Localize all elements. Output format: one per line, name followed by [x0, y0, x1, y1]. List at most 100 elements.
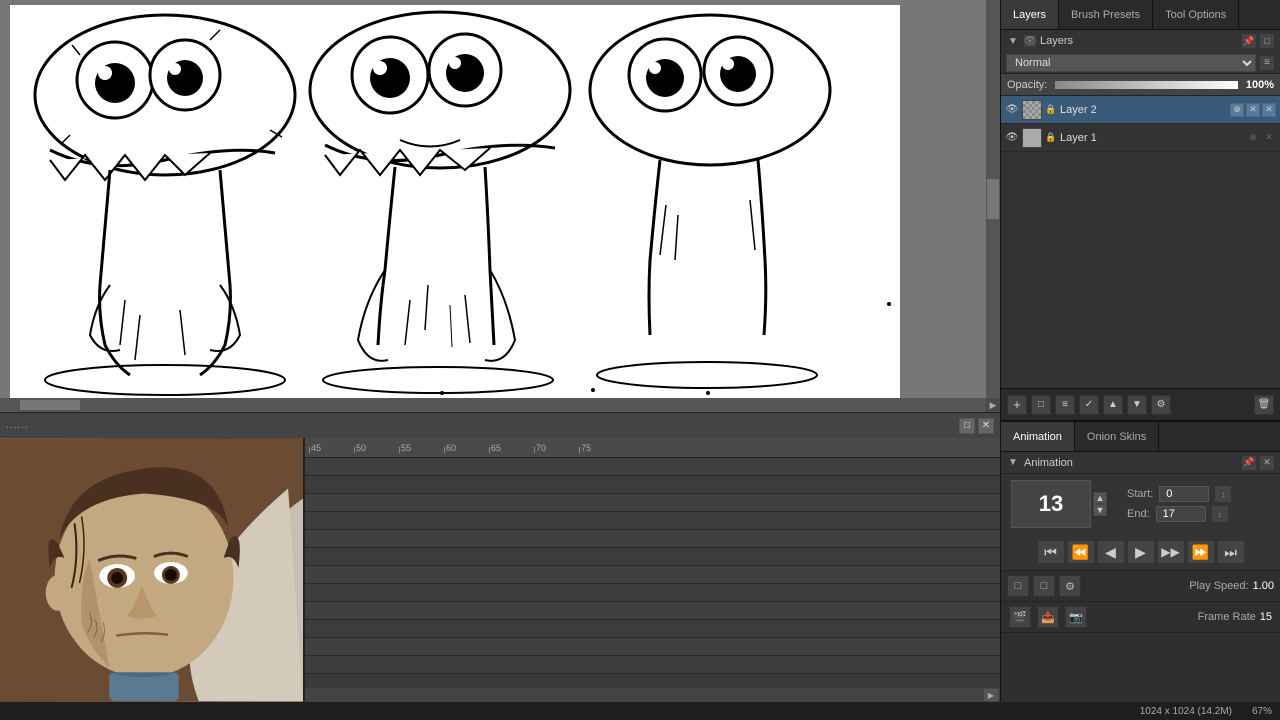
tab-animation[interactable]: Animation [1001, 422, 1075, 451]
btn-next-keyframe[interactable]: ⏩ [1187, 540, 1215, 564]
timeline-row-11 [305, 638, 1000, 656]
start-stepper[interactable]: ↕ [1215, 486, 1231, 502]
scroll-right-arrow[interactable]: ▶ [984, 689, 998, 701]
anim-dropdown-icon[interactable]: ▼ [1006, 456, 1020, 470]
ruler-tick-50: 50 [354, 443, 399, 453]
layer1-action1[interactable]: ⊕ [1246, 131, 1260, 145]
canvas-area[interactable] [10, 5, 900, 400]
end-value[interactable]: 17 [1156, 506, 1206, 522]
btn-first-frame[interactable]: ⏮ [1037, 540, 1065, 564]
layer2-action3[interactable]: ✕ [1262, 103, 1276, 117]
start-label: Start: [1127, 488, 1153, 500]
layer-merge-btn[interactable]: ≡ [1055, 395, 1075, 415]
tab-onion-skins[interactable]: Onion Skins [1075, 422, 1159, 451]
frame-step-down[interactable]: ▼ [1093, 504, 1107, 516]
timeline-row-9 [305, 602, 1000, 620]
canvas-scrollbar-right[interactable] [986, 0, 1000, 398]
layer-item-1[interactable]: 👁 🔒 Layer 1 ⊕ ✕ [1001, 124, 1280, 152]
layer-item-2[interactable]: 👁 🔒 Layer 2 ⊕ ✕ ✕ [1001, 96, 1280, 124]
frame-number: 13 [1011, 480, 1091, 528]
opacity-slider[interactable] [1055, 81, 1238, 89]
play-speed-label: Play Speed: [1189, 580, 1248, 592]
tab-brush-presets[interactable]: Brush Presets [1059, 0, 1153, 29]
blend-mode-select[interactable]: Normal [1006, 54, 1256, 72]
frame-step-up[interactable]: ▲ [1093, 492, 1107, 504]
layer-delete-btn[interactable]: 🗑 [1254, 395, 1274, 415]
opacity-row: Opacity: 100% [1001, 74, 1280, 96]
timeline-close-btn[interactable]: ✕ [978, 418, 994, 434]
tab-tool-options[interactable]: Tool Options [1153, 0, 1239, 29]
timeline-row-2 [305, 476, 1000, 494]
layer1-visibility[interactable]: 👁 [1005, 131, 1019, 145]
anim-pin-btn[interactable]: 📌 [1241, 455, 1257, 471]
timeline-expand-btn[interactable]: □ [959, 418, 975, 434]
animation-tabs: Animation Onion Skins [1001, 422, 1280, 452]
layer-settings-btn[interactable]: ⚙ [1151, 395, 1171, 415]
btn-next-frame[interactable]: ▶▶ [1157, 540, 1185, 564]
layer1-lock-icon: 🔒 [1045, 132, 1057, 144]
timeline-header: ...... □ ✕ [0, 412, 1000, 438]
anim-opt-btn4[interactable]: 🎬 [1009, 606, 1031, 628]
layer2-thumb [1022, 100, 1042, 120]
timeline-row-3 [305, 494, 1000, 512]
status-bar: 1024 x 1024 (14.2M) 67% [0, 702, 1280, 720]
layer1-actions: ⊕ ✕ [1246, 131, 1276, 145]
anim-opt-btn3[interactable]: ⚙ [1059, 575, 1081, 597]
timeline-row-6 [305, 548, 1000, 566]
layer-group-btn[interactable]: □ [1031, 395, 1051, 415]
timeline-row-1 [305, 458, 1000, 476]
start-value[interactable]: 0 [1159, 486, 1209, 502]
panel-tabs: Layers Brush Presets Tool Options [1001, 0, 1280, 30]
layer-expand-btn[interactable]: □ [1259, 33, 1275, 49]
layer2-name: Layer 2 [1060, 104, 1227, 116]
frame-rate-label: Frame Rate [1198, 611, 1256, 623]
canvas-scrollbar-bottom[interactable] [0, 398, 986, 412]
timeline-frames-area[interactable] [305, 458, 1000, 688]
ruler-tick-75: 75 [579, 443, 624, 453]
timeline-row-5 [305, 530, 1000, 548]
timeline-scroll-bottom[interactable]: ▶ [305, 688, 1000, 702]
layers-title: Layers [1040, 35, 1073, 47]
btn-last-frame[interactable]: ⏭ [1217, 540, 1245, 564]
timeline-ruler: 45 50 55 60 65 70 75 [305, 438, 1000, 458]
timeline-row-7 [305, 566, 1000, 584]
tab-layers[interactable]: Layers [1001, 0, 1059, 29]
timeline-row-4 [305, 512, 1000, 530]
opacity-label: Opacity: [1007, 79, 1047, 91]
anim-opt-btn2[interactable]: □ [1033, 575, 1055, 597]
opacity-bar-fill [1055, 81, 1238, 89]
layer1-action2[interactable]: ✕ [1262, 131, 1276, 145]
layer-header-bar: ▼ 👁 Layers 📌 □ [1001, 30, 1280, 52]
layer2-action2[interactable]: ✕ [1246, 103, 1260, 117]
ruler-tick-70: 70 [534, 443, 579, 453]
anim-opt-btn5[interactable]: 📤 [1037, 606, 1059, 628]
layer-toolbar-bottom: + □ ≡ ✓ ▲ ▼ ⚙ 🗑 [1001, 388, 1280, 420]
layers-dropdown-icon[interactable]: ▼ [1006, 34, 1020, 48]
blend-mode-row: Normal ≡ [1001, 52, 1280, 74]
layer-up-btn[interactable]: ▲ [1103, 395, 1123, 415]
thumbnail-strip [0, 438, 305, 702]
layer1-thumb [1022, 128, 1042, 148]
btn-prev-frame[interactable]: ◀ [1097, 540, 1125, 564]
anim-opt-btn1[interactable]: □ [1007, 575, 1029, 597]
btn-prev-keyframe[interactable]: ⏪ [1067, 540, 1095, 564]
timeline-row-12 [305, 656, 1000, 674]
frame-display: 13 ▲ ▼ Start: 0 ↕ [1001, 474, 1280, 534]
character-portrait [0, 438, 303, 702]
anim-title: Animation [1024, 457, 1073, 469]
anim-opt-btn6[interactable]: 📷 [1065, 606, 1087, 628]
anim-close-btn[interactable]: ✕ [1259, 455, 1275, 471]
layer-down-btn[interactable]: ▼ [1127, 395, 1147, 415]
layer-add-btn[interactable]: + [1007, 395, 1027, 415]
layer2-visibility[interactable]: 👁 [1005, 103, 1019, 117]
ruler-tick-45: 45 [309, 443, 354, 453]
layer-visibility-icon[interactable]: 👁 [1023, 34, 1037, 48]
btn-play[interactable]: ▶ [1127, 540, 1155, 564]
anim-options-bar: □ □ ⚙ Play Speed: 1.00 [1001, 571, 1280, 602]
end-stepper[interactable]: ↕ [1212, 506, 1228, 522]
layer2-action1[interactable]: ⊕ [1230, 103, 1244, 117]
ruler-tick-60: 60 [444, 443, 489, 453]
layer-filter-btn[interactable]: ≡ [1259, 55, 1275, 71]
layer-check-btn[interactable]: ✓ [1079, 395, 1099, 415]
layer-pin-btn[interactable]: 📌 [1241, 33, 1257, 49]
